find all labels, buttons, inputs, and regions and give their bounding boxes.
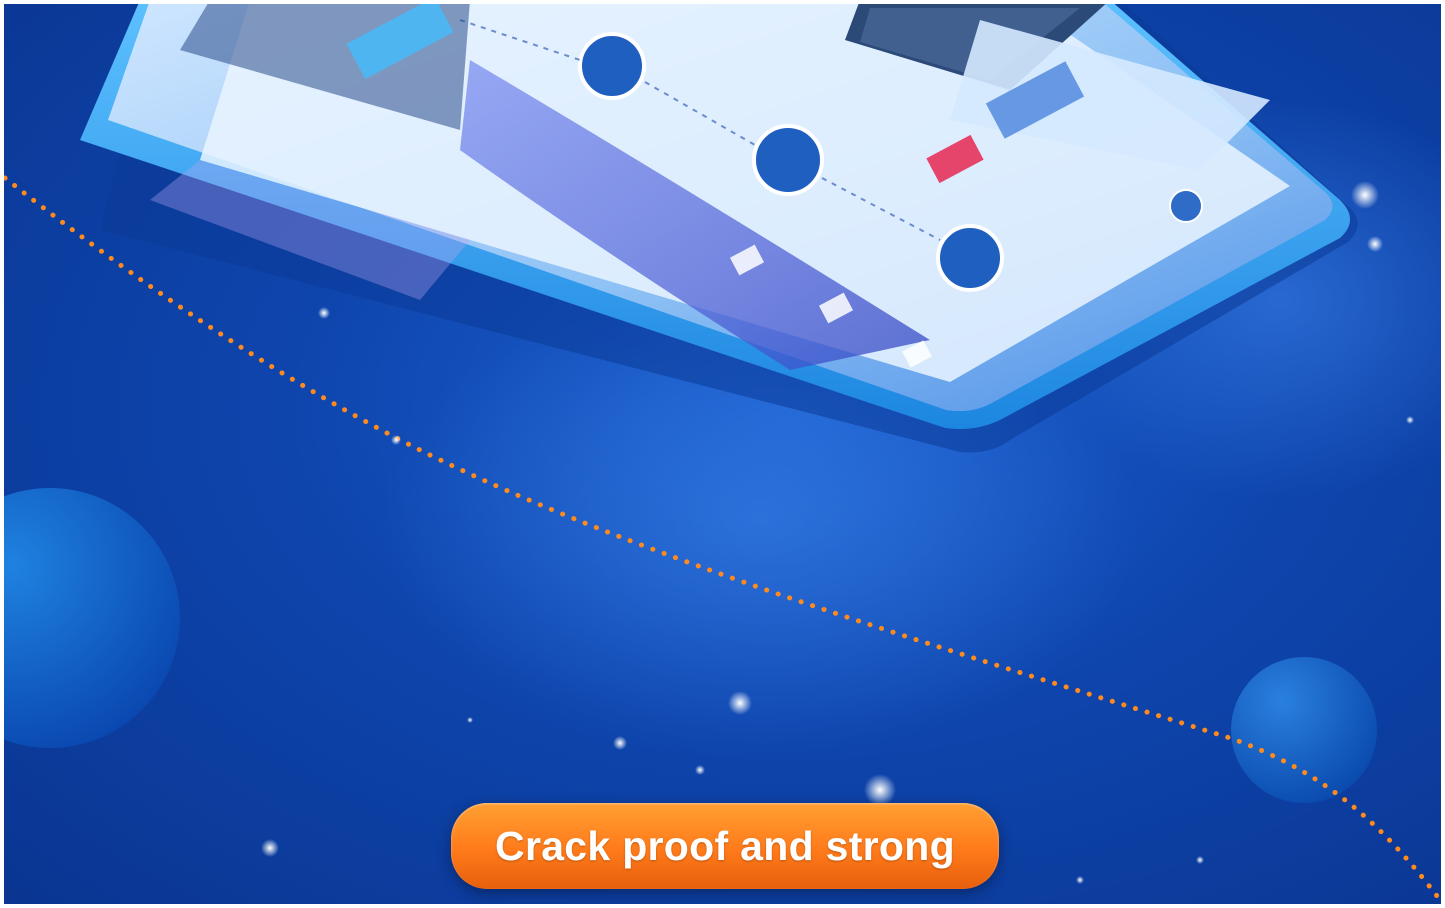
planet-icon (0, 488, 180, 748)
crack-proof-button[interactable]: Crack proof and strong (451, 803, 999, 889)
promo-banner: Crack proof and strong (0, 0, 1445, 908)
planet-icon (1231, 657, 1377, 803)
crack-proof-button-label: Crack proof and strong (495, 822, 955, 869)
background-scene (0, 0, 1445, 903)
